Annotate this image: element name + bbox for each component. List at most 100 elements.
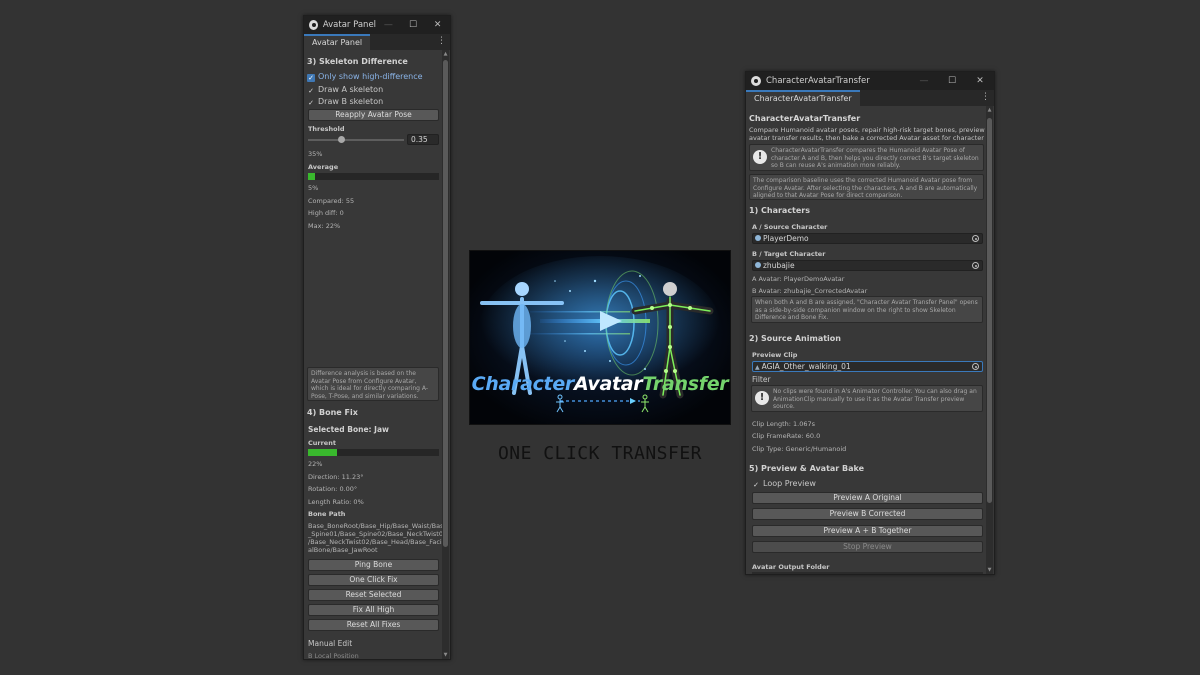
object-picker-icon[interactable] (972, 363, 979, 370)
object-picker-icon[interactable] (972, 235, 979, 242)
bone-path-line: alBone/Base_JawRoot (308, 546, 378, 554)
high-diff-count: High diff: 0 (308, 209, 344, 217)
close-button[interactable]: ✕ (425, 20, 450, 30)
b-target-character-field[interactable]: zhubajie (752, 260, 983, 271)
current-progress-bar (308, 449, 439, 456)
warning-line: AnimationClip manually to use it as the … (773, 395, 965, 403)
reapply-avatar-pose-button[interactable]: Reapply Avatar Pose (308, 109, 439, 121)
difference-help-box: Difference analysis is based on the Avat… (307, 367, 439, 401)
length-ratio-value: Length Ratio: 0% (308, 498, 364, 506)
draw-a-skeleton-toggle[interactable]: ✓ Draw A skeleton (307, 85, 383, 95)
more-menu-icon[interactable]: ⋮ (981, 92, 990, 102)
preview-bake-heading: 5) Preview & Avatar Bake (749, 464, 865, 473)
tab-avatar-panel[interactable]: Avatar Panel (304, 34, 371, 50)
preview-clip-label: Preview Clip (752, 351, 798, 359)
unity-logo-icon (751, 76, 761, 86)
scroll-down-icon[interactable]: ▼ (442, 652, 449, 658)
window-title: Avatar Panel (322, 20, 377, 30)
preview-b-corrected-button[interactable]: Preview B Corrected (752, 508, 983, 520)
checkmark-icon: ✓ (308, 99, 314, 107)
scrollbar-thumb[interactable] (443, 60, 448, 547)
rotation-value: Rotation: 0.00° (308, 485, 358, 493)
threshold-value-field[interactable]: 0.35 (407, 134, 439, 145)
baseline-help-box: The comparison baseline uses the correct… (749, 174, 984, 200)
minimize-button[interactable]: — (910, 76, 938, 86)
scroll-down-icon[interactable]: ▼ (986, 567, 993, 573)
scrollbar-thumb[interactable] (987, 118, 992, 503)
maximize-button[interactable]: ☐ (938, 76, 966, 86)
loop-preview-toggle[interactable]: ✓ Loop Preview (752, 479, 816, 489)
a-source-character-field[interactable]: PlayerDemo (752, 233, 983, 244)
baseline-line: aligned to that Avatar Pose for direct c… (753, 192, 903, 199)
warning-line: No clips were found in A's Animator Cont… (773, 388, 977, 395)
fix-all-high-button[interactable]: Fix All High (308, 604, 439, 616)
animation-clip-icon: ▲ (755, 364, 760, 371)
info-help-box: ! CharacterAvatarTransfer compares the H… (749, 144, 984, 171)
character-avatar-transfer-window: CharacterAvatarTransfer — ☐ ✕ CharacterA… (745, 71, 995, 575)
window-title: CharacterAvatarTransfer (766, 76, 870, 86)
info-line: so B can reuse A's animation more reliab… (771, 162, 901, 169)
scroll-up-icon[interactable]: ▲ (442, 51, 449, 57)
hero-title: CharacterAvatarTransfer (471, 373, 729, 395)
current-label: Current (308, 439, 336, 447)
reset-selected-button[interactable]: Reset Selected (308, 589, 439, 601)
reset-all-fixes-button[interactable]: Reset All Fixes (308, 619, 439, 631)
tab-character-avatar-transfer[interactable]: CharacterAvatarTransfer (746, 90, 860, 106)
characters-heading: 1) Characters (749, 206, 811, 215)
max-diff: Max: 22% (308, 222, 341, 230)
threshold-slider[interactable] (308, 135, 404, 145)
gameobject-icon (755, 262, 761, 268)
avatar-panel-window: Avatar Panel — ☐ ✕ Avatar Panel ⋮ 3) Ske… (303, 15, 451, 660)
average-progress-bar (308, 173, 439, 180)
avatar-panel-titlebar[interactable]: Avatar Panel — ☐ ✕ (304, 16, 450, 34)
ping-bone-button[interactable]: Ping Bone (308, 559, 439, 571)
scroll-up-icon[interactable]: ▲ (986, 107, 993, 113)
companion-window-note: When both A and B are assigned, "Charact… (751, 296, 983, 323)
note-line: Difference and Bone Fix. (755, 314, 829, 321)
vertical-scrollbar[interactable]: ▲ ▼ (986, 106, 993, 574)
manual-edit-heading: Manual Edit (308, 639, 353, 648)
one-click-fix-button[interactable]: One Click Fix (308, 574, 439, 586)
preview-clip-field[interactable]: ▲ AGIA_Other_walking_01 (752, 361, 983, 372)
minimize-button[interactable]: — (376, 20, 401, 30)
threshold-label: Threshold (308, 125, 345, 133)
preview-a-original-button[interactable]: Preview A Original (752, 492, 983, 504)
bone-fix-heading: 4) Bone Fix (307, 408, 358, 417)
intro-line: avatar transfer results, then bake a cor… (749, 134, 993, 142)
gameobject-icon (755, 235, 761, 241)
intro-line: Compare Humanoid avatar poses, repair hi… (749, 126, 985, 134)
unity-logo-icon (309, 20, 318, 30)
source-animation-heading: 2) Source Animation (749, 334, 841, 343)
bone-path-line: Base_BoneRoot/Base_Hip/Base_Waist/Base (308, 522, 448, 530)
more-menu-icon[interactable]: ⋮ (437, 36, 446, 46)
baseline-line: Configure Avatar. After selecting the ch… (753, 184, 978, 192)
note-line: When both A and B are assigned, "Charact… (755, 299, 978, 306)
warning-line: source. (773, 403, 795, 410)
avatar-output-folder-label: Avatar Output Folder (752, 563, 830, 571)
vertical-scrollbar[interactable]: ▲ ▼ (442, 50, 449, 659)
stop-preview-button[interactable]: Stop Preview (752, 541, 983, 553)
transfer-titlebar[interactable]: CharacterAvatarTransfer — ☐ ✕ (746, 72, 994, 90)
baseline-line: The comparison baseline uses the correct… (753, 177, 973, 184)
output-folder-field-edge (752, 572, 983, 574)
avatar-panel-content: 3) Skeleton Difference ✓ Only show high-d… (304, 50, 450, 659)
warning-icon: ! (755, 391, 769, 405)
filter-label: Filter (752, 375, 771, 384)
draw-b-skeleton-toggle[interactable]: ✓ Draw B skeleton (307, 97, 383, 107)
tab-bar: Avatar Panel ⋮ (304, 34, 450, 50)
preview-a-b-together-button[interactable]: Preview A + B Together (752, 525, 983, 537)
clip-length: Clip Length: 1.067s (752, 420, 816, 428)
current-percent: 22% (308, 460, 323, 468)
close-button[interactable]: ✕ (966, 76, 994, 86)
maximize-button[interactable]: ☐ (401, 20, 426, 30)
only-high-difference-toggle[interactable]: ✓ Only show high-difference (307, 72, 423, 82)
threshold-percent: 35% (308, 150, 323, 158)
selected-bone-label: Selected Bone: Jaw (308, 425, 389, 434)
bone-path-line: _Spine01/Base_Spine02/Base_NeckTwist01 (308, 530, 448, 538)
note-line: as a side-by-side companion window on th… (755, 306, 956, 314)
b-local-position-label: B Local Position (308, 652, 359, 660)
slider-knob[interactable] (338, 136, 346, 143)
progress-fill (308, 449, 337, 456)
object-picker-icon[interactable] (972, 262, 979, 269)
compared-count: Compared: 55 (308, 197, 355, 205)
